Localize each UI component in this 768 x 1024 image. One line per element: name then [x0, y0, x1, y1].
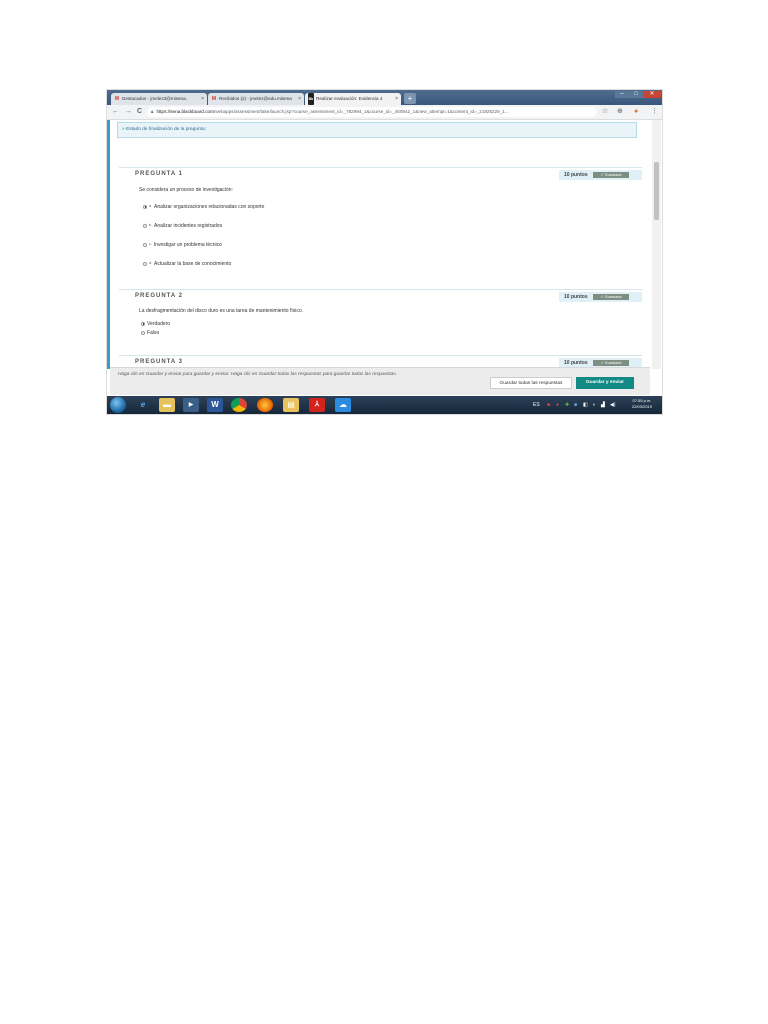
close-tab-icon[interactable]: × — [298, 93, 301, 105]
points-label: 10 puntos — [564, 294, 588, 300]
tab-evaluacion[interactable]: Bb Realizar evaluación: Evidencia 4 × — [305, 93, 401, 105]
tray-icon[interactable]: ✚ — [565, 401, 569, 409]
question-title: PREGUNTA 1 — [135, 171, 184, 177]
gmail-icon: M — [211, 96, 217, 102]
system-clock[interactable]: 07:55 p.m. 22/03/2019 — [624, 398, 660, 410]
radio-button[interactable] — [141, 321, 145, 326]
start-button[interactable] — [110, 397, 126, 413]
close-window-button[interactable]: ✕ — [643, 91, 661, 98]
question-1: PREGUNTA 1 10 puntos ✓ Guardado Se consi… — [119, 167, 642, 287]
option-d[interactable]: d. Actualizar la base de conocimiento — [143, 261, 231, 267]
antivirus-tray-icon[interactable]: ■ — [547, 401, 550, 409]
url-path: /webapps/assessment/take/launch.jsp?cour… — [213, 109, 509, 114]
option-letter: b. — [149, 223, 152, 227]
maximize-button[interactable]: □ — [629, 91, 643, 98]
option-label: Analizar organizaciones relacionadas con… — [154, 204, 265, 210]
clock-date: 22/03/2019 — [631, 404, 653, 409]
url-input[interactable]: 🔒︎ https://sena.blackboard.com/webapps/as… — [147, 107, 597, 117]
option-letter: d. — [149, 261, 152, 265]
question-title: PREGUNTA 2 — [135, 293, 184, 299]
tray-icon[interactable]: ■ — [574, 401, 577, 409]
radio-button[interactable] — [143, 242, 147, 247]
question-text: Se considera un proceso de investigación… — [139, 187, 233, 193]
close-tab-icon[interactable]: × — [395, 93, 398, 105]
tab-label: Realizar evaluación: Evidencia 4 — [316, 96, 383, 101]
url-host: https://sena.blackboard.com — [156, 109, 214, 114]
folder-icon[interactable]: ▤ — [283, 398, 299, 412]
question-status-link[interactable]: » Estado de finalización de la pregunta: — [117, 122, 637, 138]
close-tab-icon[interactable]: × — [201, 93, 204, 105]
network-icon[interactable]: ◧ — [583, 401, 588, 409]
chrome-icon[interactable] — [231, 398, 247, 412]
question-2: PREGUNTA 2 10 puntos ✓ Guardado La desfr… — [119, 289, 642, 349]
new-tab-button[interactable]: + — [404, 93, 416, 104]
radio-button[interactable] — [141, 330, 145, 335]
option-letter: a. — [149, 204, 152, 208]
option-label: Investigar un problema técnico — [153, 242, 222, 248]
saved-badge: ✓ Guardado — [593, 172, 629, 178]
left-accent-bar — [107, 120, 110, 369]
option-b[interactable]: b. Analizar incidentes registrados — [143, 223, 222, 229]
extension-icon[interactable]: ⊕ — [617, 107, 623, 117]
saved-badge: ✓ Guardado — [593, 294, 629, 300]
screenshot-window: M Destacados - jmelez3@misena. × M Recibid… — [107, 90, 662, 414]
windows-taskbar: e ▬ ▶ W ▤ ⅄ ☁︎ ES ■ ● ✚ ■ ◧ ◑ ▟ ◀) 07:55… — [107, 396, 662, 414]
page-scrollbar[interactable] — [652, 120, 661, 369]
file-explorer-icon[interactable]: ▬ — [159, 398, 175, 412]
question-header: PREGUNTA 2 10 puntos ✓ Guardado — [119, 289, 642, 304]
word-icon[interactable]: W — [207, 398, 223, 412]
option-c[interactable]: c. Investigar un problema técnico — [143, 242, 222, 248]
question-points-box: 10 puntos ✓ Guardado — [559, 170, 642, 180]
option-label: Actualizar la base de conocimiento — [154, 261, 232, 267]
browser-tab-strip: M Destacados - jmelez3@misena. × M Recibid… — [107, 90, 662, 105]
gmail-icon: M — [114, 96, 120, 102]
option-a[interactable]: a. Analizar organizaciones relacionadas c… — [143, 204, 264, 210]
scrollbar-thumb[interactable] — [654, 162, 659, 220]
option-label: Verdadero — [147, 321, 171, 327]
option-label: Falso — [147, 330, 160, 336]
onedrive-icon[interactable]: ☁︎ — [335, 398, 351, 412]
acrobat-icon[interactable]: ⅄ — [309, 398, 325, 412]
save-all-answers-button[interactable]: Guardar todas las respuestas — [490, 377, 572, 389]
internet-explorer-icon[interactable]: e — [135, 398, 151, 412]
save-and-submit-button[interactable]: Guardar y enviar — [576, 377, 634, 389]
option-label: Analizar incidentes registrados — [154, 223, 223, 229]
volume-icon[interactable]: ◀) — [610, 401, 616, 409]
reload-icon[interactable]: C — [137, 106, 142, 118]
blackboard-icon: Bb — [308, 93, 314, 105]
star-icon[interactable]: ☆ — [602, 107, 608, 117]
saved-badge: ✓ Guardado — [593, 360, 629, 366]
question-text: La desfragmentación del disco duro es un… — [139, 308, 303, 314]
tray-icon[interactable]: ● — [556, 401, 559, 409]
submit-hint: Haga clic en Guardar y enviar para guard… — [118, 372, 397, 377]
question-header: PREGUNTA 1 10 puntos ✓ Guardado — [119, 167, 642, 182]
tab-label: Recibidos (2) - jmelez@edu.misena — [219, 96, 292, 101]
question-points-box: 10 puntos ✓ Guardado — [559, 292, 642, 302]
option-verdadero[interactable]: Verdadero — [141, 321, 170, 327]
assessment-page: » Estado de finalización de la pregunta:… — [107, 120, 662, 370]
option-letter: c. — [149, 242, 152, 246]
option-falso[interactable]: Falso — [141, 330, 159, 336]
tab-gmail-recibidos[interactable]: M Recibidos (2) - jmelez@edu.misena × — [208, 93, 304, 105]
tab-gmail-destacados[interactable]: M Destacados - jmelez3@misena. × — [111, 93, 207, 105]
radio-button[interactable] — [143, 223, 147, 228]
submit-bar: Haga clic en Guardar y enviar para guard… — [110, 367, 650, 395]
tab-label: Destacados - jmelez3@misena. — [122, 96, 187, 101]
minimize-button[interactable]: – — [615, 91, 629, 98]
radio-button[interactable] — [143, 204, 147, 209]
account-avatar-icon[interactable]: ● — [634, 107, 638, 117]
media-player-icon[interactable]: ▶ — [183, 398, 199, 412]
radio-button[interactable] — [143, 261, 147, 266]
address-bar-row: ← → C 🔒︎ https://sena.blackboard.com/weba… — [107, 105, 662, 120]
question-title: PREGUNTA 3 — [135, 359, 184, 365]
signal-icon[interactable]: ▟ — [601, 401, 605, 409]
more-menu-icon[interactable]: ⋮ — [651, 107, 658, 117]
back-arrow-icon[interactable]: ← — [112, 106, 119, 118]
lock-icon: 🔒︎ — [151, 109, 154, 114]
forward-arrow-icon[interactable]: → — [125, 106, 132, 118]
firefox-icon[interactable] — [257, 398, 273, 412]
language-indicator[interactable]: ES — [533, 401, 540, 409]
power-icon[interactable]: ◑ — [592, 401, 595, 409]
points-label: 10 puntos — [564, 172, 588, 178]
